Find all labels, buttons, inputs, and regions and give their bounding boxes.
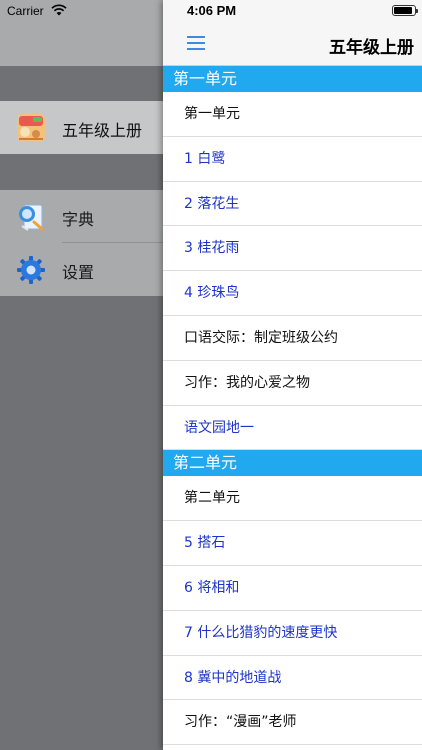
drawer-item-settings[interactable]: 设置 <box>0 243 163 296</box>
drawer-item-dictionary[interactable]: 字典 <box>0 190 163 243</box>
list-item[interactable]: 第一单元 <box>163 92 422 137</box>
list-item[interactable]: 8 冀中的地道战 <box>163 656 422 701</box>
wifi-icon <box>51 4 67 16</box>
list-item[interactable]: 5 搭石 <box>163 521 422 566</box>
list-item[interactable]: 2 落花生 <box>163 182 422 227</box>
battery-level <box>394 7 412 14</box>
section-header: 第二单元 <box>163 450 422 477</box>
textbook-cover-icon <box>17 114 45 142</box>
drawer-item-label: 五年级上册 <box>62 121 143 140</box>
main-panel: 4:06 PM 五年级上册 第一单元 第一单元 1 白鹭 2 落花生 3 桂花雨… <box>163 0 422 750</box>
list-item[interactable]: 第二单元 <box>163 476 422 522</box>
list-item[interactable]: 3 桂花雨 <box>163 226 422 272</box>
list-item[interactable]: 习作：“漫画”老师 <box>163 700 422 746</box>
drawer-item-label: 设置 <box>62 263 95 282</box>
status-bar-left: Carrier <box>0 0 163 22</box>
section-header: 第一单元 <box>163 66 422 92</box>
drawer-item-book[interactable]: 五年级上册 <box>0 101 163 154</box>
navigation-bar: 4:06 PM 五年级上册 <box>163 0 422 66</box>
menu-icon[interactable] <box>187 34 207 50</box>
dictionary-icon <box>19 204 44 231</box>
list-item[interactable]: 语文园地一 <box>163 406 422 451</box>
page-title: 五年级上册 <box>329 38 414 58</box>
list-item[interactable]: 7 什么比猎豹的速度更快 <box>163 611 422 656</box>
status-time: 4:06 PM <box>187 3 237 18</box>
list-item[interactable]: 1 白鹭 <box>163 137 422 182</box>
list-item[interactable]: 习作：我的心爱之物 <box>163 361 422 406</box>
side-drawer: Carrier 五年级上册 字典 设置 <box>0 0 163 750</box>
list-item[interactable]: 6 将相和 <box>163 566 422 611</box>
list-item[interactable]: 4 珍珠鸟 <box>163 271 422 316</box>
list-item[interactable]: 口语交际：制定班级公约 <box>163 316 422 361</box>
lesson-list[interactable]: 第一单元 第一单元 1 白鹭 2 落花生 3 桂花雨 4 珍珠鸟 口语交际：制定… <box>163 66 422 746</box>
gear-icon <box>17 256 45 284</box>
battery-icon <box>392 5 418 16</box>
carrier-label: Carrier <box>7 4 44 18</box>
drawer-item-label: 字典 <box>62 210 95 229</box>
